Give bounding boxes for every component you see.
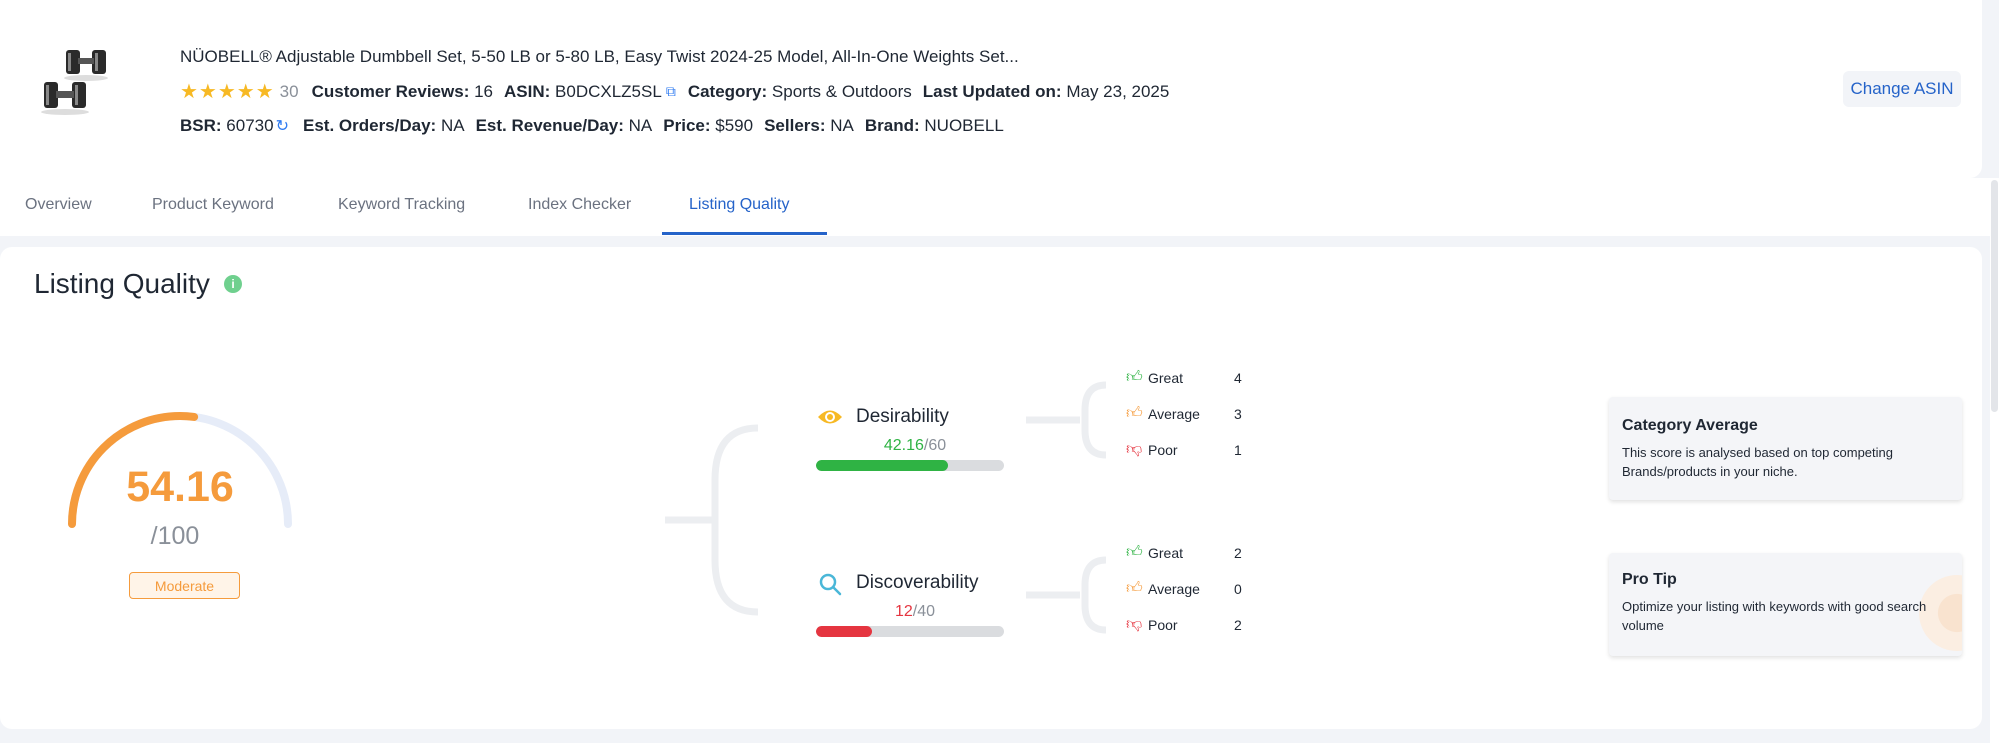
discoverability-label: Discoverability — [856, 572, 979, 593]
tab-index-checker[interactable]: Index Checker — [528, 196, 631, 214]
category-average-text: This score is analysed based on top comp… — [1622, 445, 1893, 479]
discoverability-average-row: 👍︎ Average 0 — [1126, 580, 1242, 597]
thumbs-down-icon: 👎︎ — [1126, 616, 1143, 633]
orders-label: Est. Orders/Day: — [302, 116, 437, 135]
price-label: Price: — [663, 116, 711, 135]
desirability-poor-row: 👎︎ Poor 1 — [1126, 441, 1242, 458]
reviews-label: Customer Reviews: — [311, 81, 470, 101]
external-link-icon[interactable]: ⧉ — [666, 83, 676, 100]
discoverability-progress-fill — [816, 626, 873, 637]
product-header-card: NÜOBELL® Adjustable Dumbbell Set, 5-50 L… — [0, 0, 1982, 178]
overall-score: 54.16 — [126, 463, 234, 511]
active-tab-indicator — [662, 232, 827, 235]
product-image — [41, 50, 108, 115]
scrollbar-thumb[interactable] — [1991, 180, 1998, 412]
brand-label: Brand: — [864, 116, 920, 135]
bsr-label: BSR: — [180, 116, 222, 135]
revenue-label: Est. Revenue/Day: — [475, 116, 624, 135]
pro-tip-title: Pro Tip — [1622, 571, 1677, 588]
last-updated-label: Last Updated on: — [922, 81, 1062, 101]
tab-keyword-tracking[interactable]: Keyword Tracking — [338, 196, 465, 214]
desirability-score: 42.16/60 — [883, 437, 947, 454]
price-value: $590 — [715, 116, 754, 135]
brand-value: NUOBELL — [924, 116, 1004, 135]
category-value: Sports & Outdoors — [771, 81, 912, 101]
discoverability-progress — [816, 626, 1004, 637]
desirability-label: Desirability — [856, 406, 949, 427]
revenue-value: NA — [628, 116, 653, 135]
thumbs-up-icon: 👍︎ — [1126, 405, 1143, 422]
category-label: Category: — [687, 81, 768, 101]
info-icon[interactable]: i — [224, 275, 242, 293]
overall-score-max: /100 — [150, 522, 200, 550]
star-rating-icon: ★★★★★ — [180, 81, 275, 103]
asin-value: B0DCXLZ5SL — [555, 81, 662, 101]
sellers-value: NA — [830, 116, 854, 135]
change-asin-button[interactable]: Change ASIN — [1843, 71, 1961, 107]
desirability-progress-fill — [816, 460, 949, 471]
section-title: Listing Quality — [34, 268, 210, 299]
rating-count: 30 — [279, 81, 299, 101]
tab-bar: Overview Product Keyword Keyword Trackin… — [0, 178, 1990, 236]
product-title: NÜOBELL® Adjustable Dumbbell Set, 5-50 L… — [180, 47, 1019, 66]
discoverability-great-row: 👍︎ Great 2 — [1126, 544, 1242, 561]
tab-overview[interactable]: Overview — [25, 196, 92, 214]
thumbs-up-icon: 👍︎ — [1126, 369, 1143, 386]
refresh-icon[interactable]: ↻ — [276, 116, 289, 136]
sellers-label: Sellers: — [764, 116, 826, 135]
last-updated-value: May 23, 2025 — [1066, 81, 1170, 101]
desirability-average-row: 👍︎ Average 3 — [1126, 405, 1242, 422]
discoverability-score: 12/40 — [894, 603, 936, 620]
desirability-great-row: 👍︎ Great 4 — [1126, 369, 1242, 386]
desirability-progress — [816, 460, 1004, 471]
asin-label: ASIN: — [504, 81, 551, 101]
thumbs-up-icon: 👍︎ — [1126, 580, 1143, 597]
thumbs-down-icon: 👎︎ — [1126, 441, 1143, 458]
category-average-card: Category Average This score is analysed … — [1609, 397, 1962, 500]
discoverability-poor-row: 👎︎ Poor 2 — [1126, 616, 1242, 633]
category-average-title: Category Average — [1622, 417, 1758, 434]
rating-badge: Moderate — [129, 572, 240, 599]
eye-icon — [818, 410, 842, 424]
pro-tip-text: Optimize your listing with keywords with… — [1622, 599, 1927, 633]
search-icon — [819, 573, 842, 596]
tab-listing-quality[interactable]: Listing Quality — [689, 196, 790, 214]
pro-tip-card: Pro Tip Optimize your listing with keywo… — [1609, 553, 1962, 656]
bsr-value: 60730 — [226, 116, 274, 135]
orders-value: NA — [440, 116, 465, 135]
reviews-value: 16 — [474, 81, 494, 101]
tab-product-keyword[interactable]: Product Keyword — [152, 196, 274, 214]
thumbs-up-icon: 👍︎ — [1126, 544, 1143, 561]
